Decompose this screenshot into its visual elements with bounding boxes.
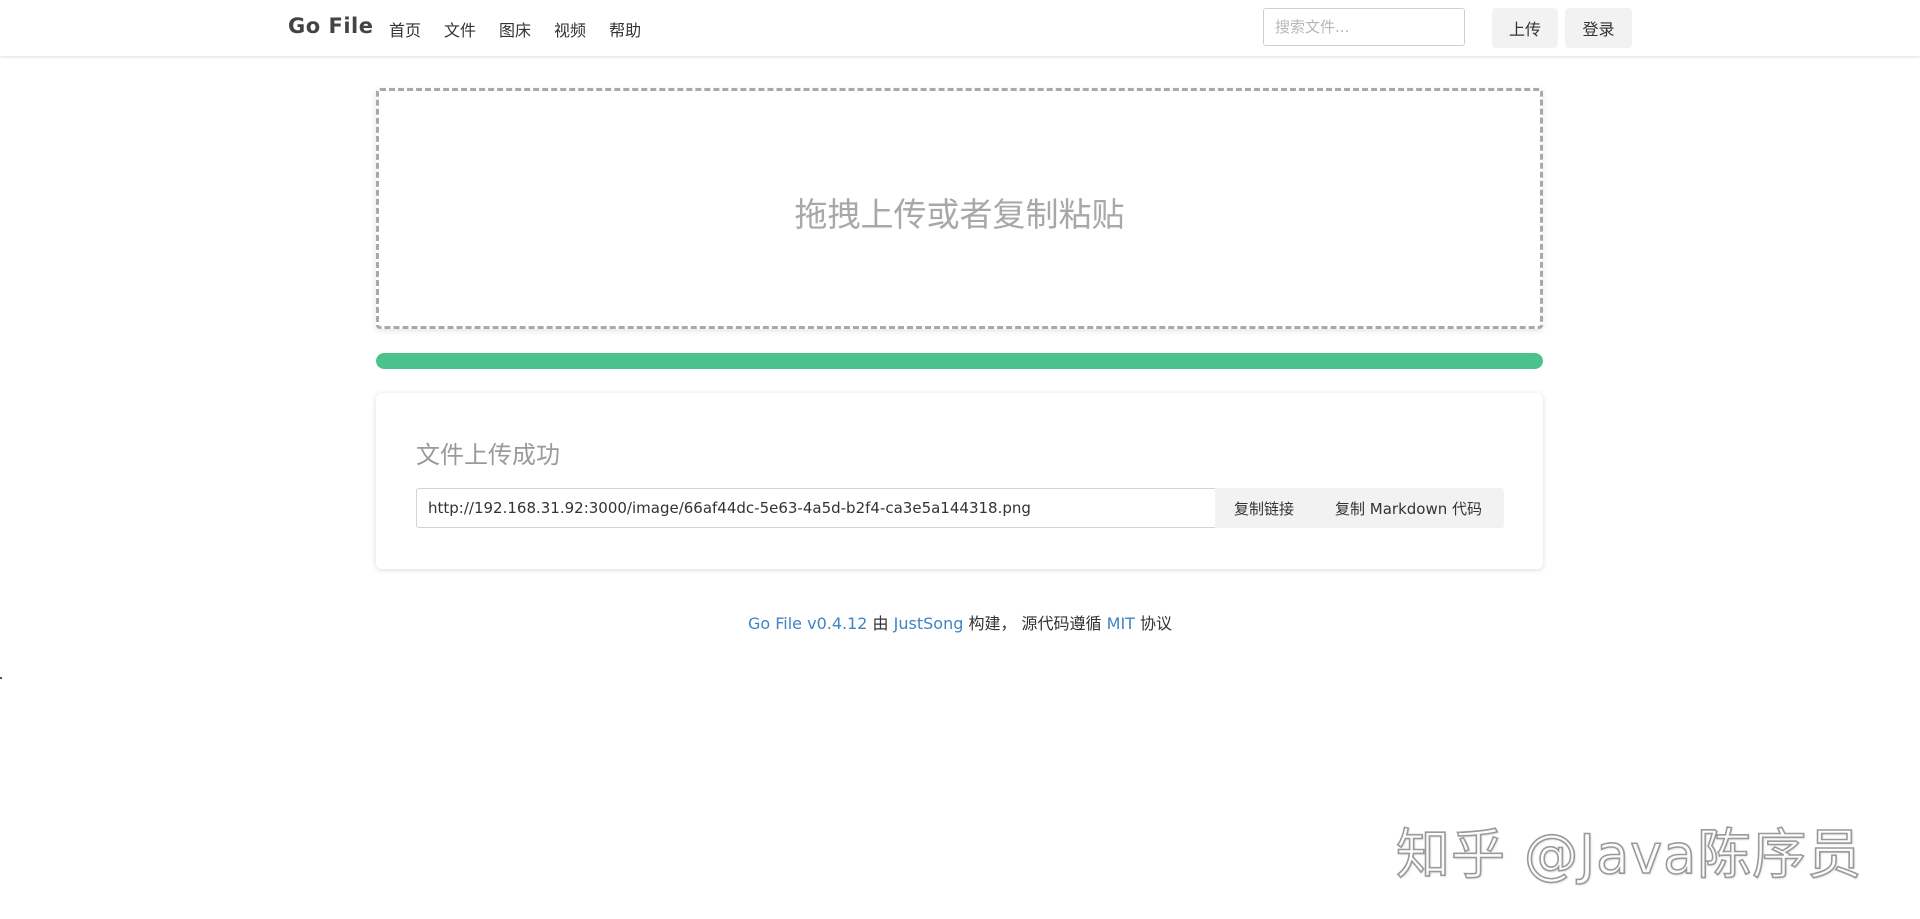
footer-by-text: 由 bbox=[867, 614, 894, 633]
nav-item-help[interactable]: 帮助 bbox=[609, 17, 641, 41]
nav-menu: 首页 文件 图床 视频 帮助 bbox=[389, 17, 664, 41]
top-navbar: Go File 首页 文件 图床 视频 帮助 上传 登录 bbox=[0, 0, 1920, 56]
zhihu-watermark: 知乎 @Java陈序员 bbox=[1395, 822, 1863, 887]
nav-item-video[interactable]: 视频 bbox=[554, 17, 586, 41]
upload-drop-zone[interactable]: 拖拽上传或者复制粘贴 bbox=[376, 88, 1543, 329]
upload-button[interactable]: 上传 bbox=[1492, 8, 1558, 48]
upload-progress-fill bbox=[376, 353, 1543, 369]
nav-item-files[interactable]: 文件 bbox=[444, 17, 476, 41]
page-footer: Go File v0.4.12 由 JustSong 构建， 源代码遵循 MIT… bbox=[0, 610, 1920, 634]
nav-item-image-host[interactable]: 图床 bbox=[499, 17, 531, 41]
footer-author-link[interactable]: JustSong bbox=[894, 614, 964, 633]
file-url-group: 复制链接 复制 Markdown 代码 bbox=[416, 488, 1504, 528]
footer-agreement-text: 协议 bbox=[1134, 614, 1173, 633]
search-input[interactable] bbox=[1263, 8, 1465, 46]
brand-logo[interactable]: Go File bbox=[288, 14, 373, 38]
copy-markdown-button[interactable]: 复制 Markdown 代码 bbox=[1313, 488, 1504, 528]
footer-product-link[interactable]: Go File v0.4.12 bbox=[748, 614, 868, 633]
drop-zone-label: 拖拽上传或者复制粘贴 bbox=[794, 195, 1125, 234]
upload-result-card: 文件上传成功 复制链接 复制 Markdown 代码 bbox=[376, 393, 1543, 569]
footer-license-link[interactable]: MIT bbox=[1107, 614, 1135, 633]
upload-success-title: 文件上传成功 bbox=[416, 441, 560, 469]
stray-pixel bbox=[0, 677, 2, 679]
file-url-field[interactable] bbox=[416, 488, 1215, 528]
nav-item-home[interactable]: 首页 bbox=[389, 17, 421, 41]
login-button[interactable]: 登录 bbox=[1565, 8, 1632, 48]
footer-built-text: 构建， 源代码遵循 bbox=[963, 614, 1107, 633]
copy-link-button[interactable]: 复制链接 bbox=[1215, 488, 1313, 528]
upload-progress-bar bbox=[376, 353, 1543, 369]
